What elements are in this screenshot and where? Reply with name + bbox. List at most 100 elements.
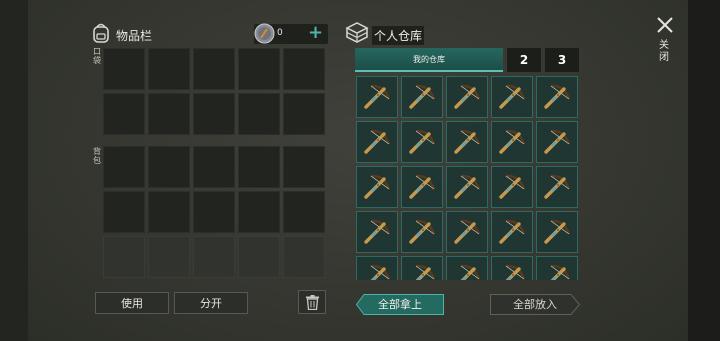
crossbow-icon <box>454 84 481 109</box>
storage-item-slot[interactable] <box>491 121 533 163</box>
storage-item-slot[interactable] <box>401 211 443 253</box>
inventory-slot[interactable] <box>238 191 280 233</box>
crossbow-icon <box>415 264 436 280</box>
inventory-slot[interactable] <box>103 191 145 233</box>
pocket-grid <box>103 48 325 135</box>
storage-box-icon <box>345 22 369 43</box>
storage-title: 个人仓库 <box>372 26 425 45</box>
tab-storage-3[interactable]: 3 <box>545 48 579 72</box>
inventory-slot[interactable] <box>103 146 145 188</box>
trash-icon <box>305 294 319 310</box>
storage-item-slot[interactable] <box>401 76 443 118</box>
tab-my-storage[interactable]: 我的仓库 <box>355 48 503 72</box>
crossbow-icon <box>454 129 481 154</box>
backpack-grid <box>103 146 325 278</box>
pocket-label: 口袋 <box>93 47 101 65</box>
close-icon[interactable] <box>652 12 678 38</box>
take-all-label: 全部拿上 <box>378 298 422 311</box>
crossbow-icon <box>505 264 526 280</box>
storage-item-slot[interactable] <box>491 76 533 118</box>
crossbow-icon <box>409 84 436 109</box>
put-all-button[interactable]: 全部放入 <box>490 294 581 315</box>
crossbow-icon <box>409 129 436 154</box>
storage-item-slot[interactable] <box>356 76 398 118</box>
crossbow-icon <box>499 84 526 109</box>
put-all-label: 全部放入 <box>513 298 557 311</box>
storage-item-slot[interactable] <box>536 121 578 163</box>
add-coins-button[interactable]: + <box>308 22 323 44</box>
storage-item-slot[interactable] <box>446 256 488 280</box>
storage-item-slot[interactable] <box>356 256 398 280</box>
crossbow-icon <box>544 174 571 199</box>
crossbow-icon <box>544 84 571 109</box>
locked-slot <box>193 236 235 278</box>
split-button[interactable]: 分开 <box>174 292 248 314</box>
use-button[interactable]: 使用 <box>95 292 169 314</box>
crossbow-icon <box>544 219 571 244</box>
storage-item-slot[interactable] <box>491 166 533 208</box>
crossbow-icon <box>544 129 571 154</box>
coin-icon <box>254 23 275 44</box>
inventory-slot[interactable] <box>238 93 280 135</box>
inventory-slot[interactable] <box>148 48 190 90</box>
inventory-slot[interactable] <box>193 48 235 90</box>
crossbow-icon <box>550 264 571 280</box>
inventory-slot[interactable] <box>148 146 190 188</box>
inventory-slot[interactable] <box>148 93 190 135</box>
crossbow-icon <box>499 129 526 154</box>
locked-slot <box>148 236 190 278</box>
storage-item-slot[interactable] <box>536 166 578 208</box>
backpack-section-label: 背包 <box>93 147 101 165</box>
inventory-slot[interactable] <box>193 191 235 233</box>
crossbow-icon <box>364 129 391 154</box>
storage-item-slot[interactable] <box>401 121 443 163</box>
locked-slot <box>103 236 145 278</box>
storage-item-slot[interactable] <box>356 121 398 163</box>
storage-item-slot[interactable] <box>446 211 488 253</box>
locked-slot <box>238 236 280 278</box>
storage-item-slot[interactable] <box>491 256 533 280</box>
storage-item-slot[interactable] <box>446 121 488 163</box>
storage-item-slot[interactable] <box>446 76 488 118</box>
storage-item-slot[interactable] <box>536 76 578 118</box>
inventory-slot[interactable] <box>283 48 325 90</box>
locked-slot <box>283 236 325 278</box>
take-all-button[interactable]: 全部拿上 <box>355 294 444 315</box>
crossbow-icon <box>454 174 481 199</box>
inventory-slot[interactable] <box>193 93 235 135</box>
backpack-icon <box>93 23 109 43</box>
crossbow-icon <box>499 219 526 244</box>
inventory-slot[interactable] <box>103 93 145 135</box>
inventory-slot[interactable] <box>283 93 325 135</box>
storage-item-slot[interactable] <box>356 166 398 208</box>
crossbow-icon <box>364 219 391 244</box>
inventory-slot[interactable] <box>103 48 145 90</box>
inventory-title: 物品栏 <box>116 29 153 43</box>
storage-item-slot[interactable] <box>401 256 443 280</box>
storage-item-slot[interactable] <box>491 211 533 253</box>
inventory-slot[interactable] <box>238 48 280 90</box>
inventory-slot[interactable] <box>283 191 325 233</box>
trash-button[interactable] <box>298 290 326 314</box>
storage-item-slot[interactable] <box>401 166 443 208</box>
left-edge <box>0 0 28 341</box>
storage-item-slot[interactable] <box>446 166 488 208</box>
inventory-slot[interactable] <box>283 146 325 188</box>
inventory-slot[interactable] <box>148 191 190 233</box>
storage-grid <box>356 76 580 280</box>
coin-count: 0 <box>277 28 283 38</box>
crossbow-icon <box>409 219 436 244</box>
crossbow-icon <box>364 84 391 109</box>
crossbow-icon <box>370 264 391 280</box>
close-label[interactable]: 关闭 <box>658 40 670 64</box>
crossbow-icon <box>364 174 391 199</box>
crossbow-icon <box>454 219 481 244</box>
inventory-slot[interactable] <box>193 146 235 188</box>
crossbow-icon <box>499 174 526 199</box>
storage-item-slot[interactable] <box>536 256 578 280</box>
tab-storage-2[interactable]: 2 <box>507 48 541 72</box>
crossbow-icon <box>460 264 481 280</box>
inventory-slot[interactable] <box>238 146 280 188</box>
storage-item-slot[interactable] <box>536 211 578 253</box>
storage-item-slot[interactable] <box>356 211 398 253</box>
